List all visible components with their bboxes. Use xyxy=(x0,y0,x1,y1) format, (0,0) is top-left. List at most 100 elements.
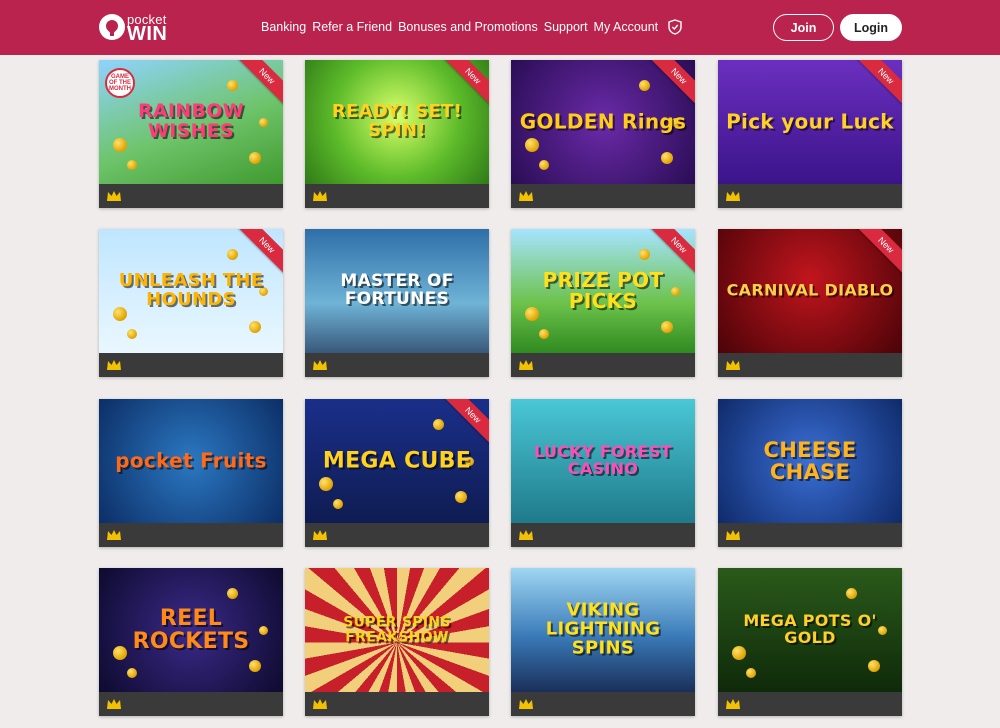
coin-decoration xyxy=(732,646,746,660)
game-thumbnail[interactable]: CARNIVAL DIABLO New xyxy=(718,229,902,353)
game-title: SUPER SPINS FREAKSHOW xyxy=(343,614,451,645)
nav-my-account[interactable]: My Account xyxy=(594,20,659,34)
game-tile[interactable]: UNLEASH THE HOUNDS New xyxy=(99,229,283,377)
coin-decoration xyxy=(227,249,238,260)
game-thumbnail[interactable]: Pick your Luck New xyxy=(718,60,902,184)
crown-icon xyxy=(518,528,534,542)
coin-decoration xyxy=(455,491,467,503)
game-thumbnail[interactable]: GOLDEN Rings New xyxy=(511,60,695,184)
game-tile[interactable]: CARNIVAL DIABLO New xyxy=(718,229,902,377)
game-info-bar xyxy=(718,353,902,377)
coin-decoration xyxy=(746,668,756,678)
coin-decoration xyxy=(525,138,539,152)
game-thumbnail[interactable]: UNLEASH THE HOUNDS New xyxy=(99,229,283,353)
game-title: PRIZE POT PICKS xyxy=(542,268,664,313)
coin-decoration xyxy=(333,499,343,509)
nav-banking[interactable]: Banking xyxy=(261,20,306,34)
coin-decoration xyxy=(639,80,650,91)
coin-decoration xyxy=(539,329,549,339)
game-thumbnail[interactable]: LUCKY FOREST CASINO xyxy=(511,399,695,523)
coin-decoration xyxy=(127,160,137,170)
crown-icon xyxy=(312,358,328,372)
coin-decoration xyxy=(639,249,650,260)
game-thumbnail[interactable]: MEGA POTS O' GOLD xyxy=(718,568,902,692)
game-title: UNLEASH THE HOUNDS xyxy=(118,270,264,310)
game-info-bar xyxy=(305,353,489,377)
crown-icon xyxy=(518,358,534,372)
game-tile[interactable]: REEL ROCKETS xyxy=(99,568,283,716)
game-tile[interactable]: PRIZE POT PICKS New xyxy=(511,229,695,377)
coin-decoration xyxy=(249,321,261,333)
game-title: READY! SET! SPIN! xyxy=(331,101,463,141)
crown-icon xyxy=(725,358,741,372)
main-nav: Banking Refer a Friend Bonuses and Promo… xyxy=(261,19,682,35)
game-title: MEGA CUBE xyxy=(322,448,472,474)
coin-decoration xyxy=(249,660,261,672)
game-tile[interactable]: CHEESE CHASE xyxy=(718,399,902,547)
game-tile[interactable]: READY! SET! SPIN! New xyxy=(305,60,489,208)
game-info-bar xyxy=(718,523,902,547)
game-tile[interactable]: Pick your Luck New xyxy=(718,60,902,208)
join-button[interactable]: Join xyxy=(773,14,834,41)
crown-icon xyxy=(725,697,741,711)
coin-decoration xyxy=(127,329,137,339)
game-tile[interactable]: GOLDEN Rings New xyxy=(511,60,695,208)
game-thumbnail[interactable]: READY! SET! SPIN! New xyxy=(305,60,489,184)
game-thumbnail[interactable]: PRIZE POT PICKS New xyxy=(511,229,695,353)
new-ribbon: New xyxy=(646,60,695,109)
game-tile[interactable]: VIKING LIGHTNING SPINS xyxy=(511,568,695,716)
game-thumbnail[interactable]: MASTER OF FORTUNES xyxy=(305,229,489,353)
new-ribbon: New xyxy=(853,60,902,109)
coin-decoration xyxy=(868,660,880,672)
game-title: RAINBOW WISHES xyxy=(138,100,244,142)
game-info-bar xyxy=(99,353,283,377)
crown-icon xyxy=(106,358,122,372)
game-info-bar xyxy=(718,692,902,716)
game-info-bar xyxy=(718,184,902,208)
game-tile[interactable]: SUPER SPINS FREAKSHOW xyxy=(305,568,489,716)
logo-text-bottom: WIN xyxy=(127,23,168,45)
game-title: MASTER OF FORTUNES xyxy=(340,271,454,309)
crown-icon xyxy=(312,697,328,711)
game-thumbnail[interactable]: CHEESE CHASE xyxy=(718,399,902,523)
game-tile[interactable]: MEGA CUBE New xyxy=(305,399,489,547)
crown-icon xyxy=(106,189,122,203)
game-info-bar xyxy=(511,184,695,208)
game-title: pocket Fruits xyxy=(115,448,267,473)
nav-bonuses-and-promotions[interactable]: Bonuses and Promotions xyxy=(398,20,538,34)
game-tile[interactable]: RAINBOW WISHES GAME OF THE MONTH New xyxy=(99,60,283,208)
top-header: pocket WIN Banking Refer a Friend Bonuse… xyxy=(0,0,1000,55)
game-thumbnail[interactable]: SUPER SPINS FREAKSHOW xyxy=(305,568,489,692)
crown-icon xyxy=(312,189,328,203)
coin-decoration xyxy=(661,152,673,164)
game-thumbnail[interactable]: MEGA CUBE New xyxy=(305,399,489,523)
nav-refer-a-friend[interactable]: Refer a Friend xyxy=(312,20,392,34)
game-thumbnail[interactable]: pocket Fruits xyxy=(99,399,283,523)
game-tile[interactable]: pocket Fruits xyxy=(99,399,283,547)
coin-decoration xyxy=(846,588,857,599)
game-info-bar xyxy=(305,692,489,716)
shield-check-icon[interactable] xyxy=(668,19,682,35)
coin-decoration xyxy=(249,152,261,164)
game-tile[interactable]: LUCKY FOREST CASINO xyxy=(511,399,695,547)
game-thumbnail[interactable]: REEL ROCKETS xyxy=(99,568,283,692)
game-tile[interactable]: MASTER OF FORTUNES xyxy=(305,229,489,377)
nav-support[interactable]: Support xyxy=(544,20,588,34)
game-of-month-badge: GAME OF THE MONTH xyxy=(105,68,135,98)
game-thumbnail[interactable]: RAINBOW WISHES GAME OF THE MONTH New xyxy=(99,60,283,184)
game-info-bar xyxy=(305,184,489,208)
game-thumbnail[interactable]: VIKING LIGHTNING SPINS xyxy=(511,568,695,692)
game-title: CHEESE CHASE xyxy=(763,437,857,484)
game-title: GOLDEN Rings xyxy=(519,109,687,134)
game-info-bar xyxy=(305,523,489,547)
game-title: CARNIVAL DIABLO xyxy=(726,280,894,300)
coin-decoration xyxy=(227,588,238,599)
new-ribbon: New xyxy=(853,229,902,278)
coin-decoration xyxy=(319,477,333,491)
crown-icon xyxy=(725,189,741,203)
pocketwin-logo[interactable]: pocket WIN xyxy=(99,12,189,45)
spade-logo-icon xyxy=(99,14,125,40)
game-title: Pick your Luck xyxy=(726,109,894,134)
game-tile[interactable]: MEGA POTS O' GOLD xyxy=(718,568,902,716)
login-button[interactable]: Login xyxy=(840,14,902,41)
